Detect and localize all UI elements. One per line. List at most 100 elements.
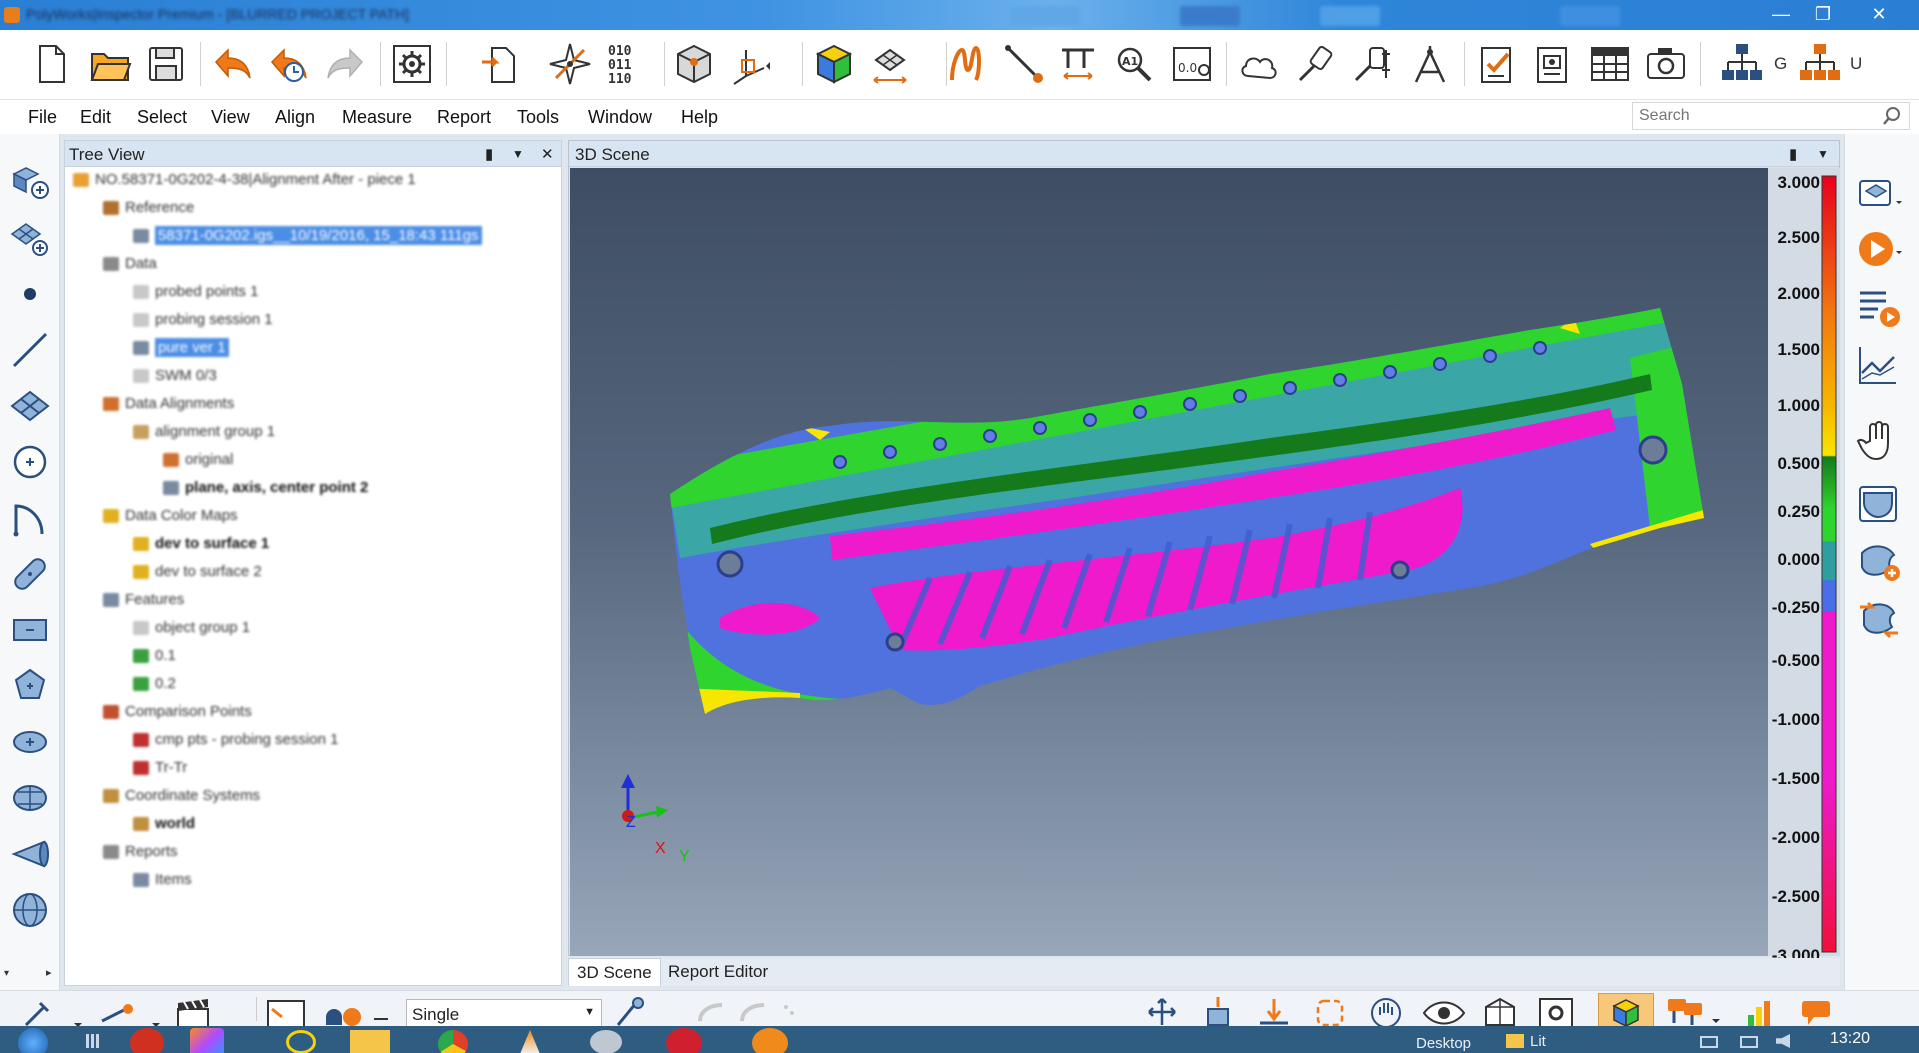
board-icon[interactable] bbox=[264, 995, 310, 1026]
drop-arrow-icon[interactable] bbox=[1252, 995, 1296, 1026]
vlc-icon[interactable] bbox=[520, 1030, 540, 1053]
cylinder-feature-icon[interactable] bbox=[8, 776, 52, 820]
menu-file[interactable]: File bbox=[28, 107, 57, 128]
tree-item[interactable]: object group 1 bbox=[133, 619, 250, 643]
settings-gear-icon[interactable] bbox=[1534, 995, 1578, 1026]
add-surface-icon[interactable] bbox=[1855, 538, 1903, 586]
gauge-panel-icon[interactable]: 0.0 bbox=[1166, 38, 1218, 90]
menu-align[interactable]: Align bbox=[275, 107, 315, 128]
menu-edit[interactable]: Edit bbox=[80, 107, 111, 128]
tree-item[interactable]: Data Alignments bbox=[103, 395, 234, 419]
tree-item[interactable]: cmp pts - probing session 1 bbox=[133, 731, 338, 755]
minimize-button[interactable]: — bbox=[1758, 0, 1804, 30]
select-tool-icon[interactable] bbox=[18, 997, 88, 1026]
lit-toolbar-label[interactable]: Lit bbox=[1530, 1033, 1546, 1050]
polyworks-taskbar-icon[interactable] bbox=[752, 1028, 788, 1053]
transform-axes-icon[interactable] bbox=[724, 38, 776, 90]
report-checklist-icon[interactable] bbox=[1470, 38, 1522, 90]
point-cloud-icon[interactable] bbox=[1234, 38, 1286, 90]
compass-draw-icon[interactable] bbox=[1404, 38, 1456, 90]
taskbar-app-icon[interactable] bbox=[590, 1030, 622, 1053]
taskbar-browser-icon[interactable] bbox=[286, 1030, 316, 1053]
tree-item[interactable]: 58371-0G202.igs__10/19/2016, 15_18:43 11… bbox=[133, 226, 482, 251]
probe-settings-icon[interactable] bbox=[1346, 38, 1398, 90]
ellipse-feature-icon[interactable] bbox=[8, 720, 52, 764]
point-feature-icon[interactable] bbox=[8, 272, 52, 316]
plane-feature-icon[interactable] bbox=[8, 384, 52, 428]
pick-tool-icon[interactable] bbox=[610, 995, 650, 1026]
3d-viewport[interactable]: Z X Y bbox=[570, 168, 1768, 956]
mesh-add-icon[interactable] bbox=[8, 216, 52, 260]
color-cube-icon[interactable] bbox=[808, 38, 860, 90]
plane-down-icon[interactable] bbox=[1196, 995, 1240, 1026]
pin-icon[interactable]: ▮ bbox=[1789, 145, 1797, 163]
desktop-toolbar-label[interactable]: Desktop bbox=[1416, 1035, 1471, 1052]
undo-icon[interactable] bbox=[206, 38, 258, 90]
table-icon[interactable] bbox=[1584, 38, 1636, 90]
tab-3d-scene[interactable]: 3D Scene bbox=[568, 958, 661, 986]
histogram-icon[interactable] bbox=[1740, 995, 1784, 1026]
close-button[interactable]: ✕ bbox=[1856, 0, 1902, 30]
tree-item[interactable]: NO.58371-0G202-4-38|Alignment After - pi… bbox=[73, 171, 416, 195]
probe-tool-icon[interactable] bbox=[1290, 38, 1342, 90]
selection-mode-dropdown[interactable]: Single ▼ bbox=[406, 999, 602, 1026]
object-tree-icon[interactable] bbox=[8, 160, 52, 204]
tree-item[interactable]: Tr-Tr bbox=[133, 759, 187, 783]
chrome-icon[interactable] bbox=[438, 1030, 468, 1053]
freeform-curve-icon[interactable] bbox=[940, 38, 992, 90]
zoom-fit-icon[interactable] bbox=[1308, 995, 1352, 1026]
surface-view-icon[interactable] bbox=[1855, 480, 1903, 528]
volume-icon[interactable] bbox=[1776, 1034, 1790, 1048]
menu-view[interactable]: View bbox=[211, 107, 250, 128]
binary-data-icon[interactable]: 010 011 110 bbox=[602, 38, 654, 90]
menu-help[interactable]: Help bbox=[681, 107, 718, 128]
alignment-compass-icon[interactable] bbox=[544, 38, 596, 90]
menu-report[interactable]: Report bbox=[437, 107, 491, 128]
pin-icon[interactable]: ▮ bbox=[485, 145, 493, 163]
network-icon[interactable] bbox=[1700, 1036, 1718, 1048]
slot-feature-icon[interactable] bbox=[8, 552, 52, 596]
tree-item[interactable]: SWM 0/3 bbox=[133, 367, 217, 391]
tree-item[interactable]: Comparison Points bbox=[103, 703, 252, 727]
panel-menu-icon[interactable]: ▼ bbox=[1817, 147, 1829, 161]
box-view-icon[interactable] bbox=[1478, 995, 1522, 1026]
menu-measure[interactable]: Measure bbox=[342, 107, 412, 128]
comment-bubble-icon[interactable] bbox=[1796, 995, 1840, 1026]
collapse-chevron-icon[interactable]: ▾ bbox=[4, 968, 9, 979]
hierarchy-ungroup-icon[interactable] bbox=[1794, 38, 1846, 90]
sphere-feature-icon[interactable] bbox=[8, 888, 52, 932]
menu-window[interactable]: Window bbox=[588, 107, 652, 128]
polygon-feature-icon[interactable] bbox=[8, 664, 52, 708]
annotation-bubbles-icon[interactable] bbox=[1664, 995, 1728, 1026]
new-file-icon[interactable] bbox=[26, 38, 78, 90]
redo-icon[interactable] bbox=[320, 38, 372, 90]
maximize-button[interactable]: ❐ bbox=[1800, 0, 1846, 30]
measure-search-icon[interactable]: A1 bbox=[1108, 38, 1160, 90]
report-snapshot-icon[interactable] bbox=[1526, 38, 1578, 90]
taskbar-app-icon[interactable] bbox=[130, 1028, 164, 1053]
probe-select-icon[interactable] bbox=[96, 997, 166, 1026]
hand-pointer-icon[interactable] bbox=[1855, 418, 1903, 466]
pan-hand-icon[interactable] bbox=[1364, 995, 1408, 1026]
file-explorer-icon[interactable] bbox=[350, 1030, 390, 1053]
close-icon[interactable]: ✕ bbox=[541, 145, 554, 163]
hierarchy-group-icon[interactable] bbox=[1716, 38, 1768, 90]
import-file-icon[interactable] bbox=[476, 38, 528, 90]
tree-item[interactable]: alignment group 1 bbox=[133, 423, 275, 447]
tree-item[interactable]: Items bbox=[133, 871, 192, 895]
tree-item[interactable]: probing session 1 bbox=[133, 311, 273, 335]
trend-chart-icon[interactable] bbox=[1855, 342, 1903, 390]
rectangle-feature-icon[interactable] bbox=[8, 608, 52, 652]
clapper-icon[interactable] bbox=[174, 997, 214, 1026]
tree-item[interactable]: dev to surface 1 bbox=[133, 535, 269, 559]
undo-history-icon[interactable] bbox=[262, 38, 314, 90]
marker-pin-icon[interactable] bbox=[318, 997, 398, 1026]
search-icon[interactable] bbox=[1882, 106, 1902, 126]
tree-item[interactable]: Data bbox=[103, 255, 157, 279]
open-folder-icon[interactable] bbox=[84, 38, 136, 90]
tree-item[interactable]: original bbox=[163, 451, 233, 475]
save-icon[interactable] bbox=[140, 38, 192, 90]
part-color-map[interactable] bbox=[570, 168, 1768, 956]
expand-arrow-icon[interactable]: ▸ bbox=[46, 966, 52, 979]
probe-line-icon[interactable] bbox=[998, 38, 1050, 90]
